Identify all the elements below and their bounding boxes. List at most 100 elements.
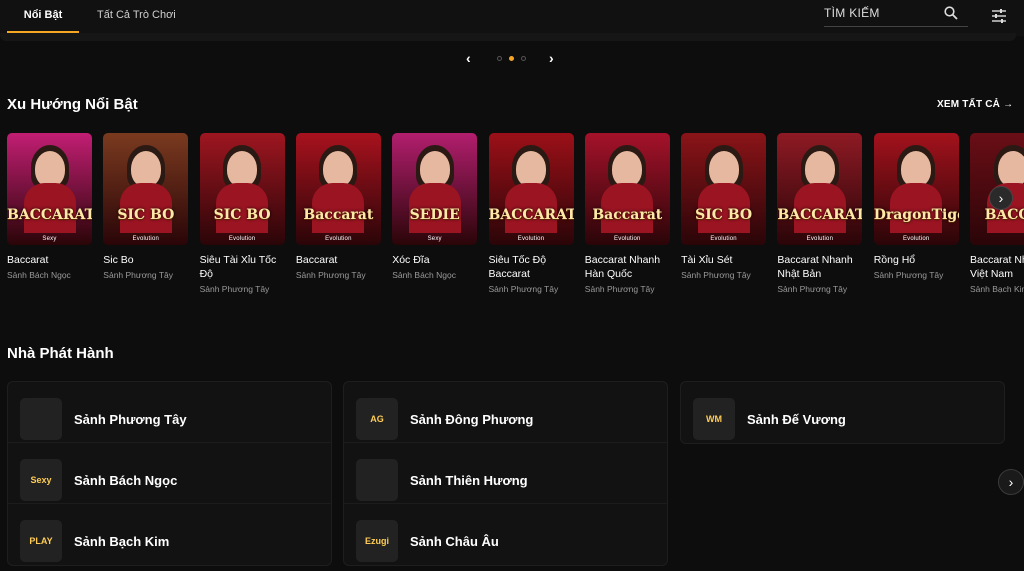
provider-item[interactable]: PLAY Sảnh Bạch Kim [8, 504, 331, 565]
game-thumbnail[interactable]: SIC BO Evolution [681, 133, 767, 245]
see-all-link[interactable]: XEM TẤT CẢ → [937, 99, 1013, 110]
game-thumbnail[interactable]: Baccarat Evolution [295, 133, 381, 245]
game-thumbnail[interactable]: SIC BO Evolution [199, 133, 285, 245]
dealer-face [612, 151, 643, 187]
provider-panel: Sảnh Phương Tây Sexy Sảnh Bách Ngọc PLAY… [7, 381, 332, 566]
banner-pager: ‹ › [464, 50, 564, 66]
game-thumbnail[interactable]: BACCARAT Evolution [488, 133, 574, 245]
provider-item[interactable]: WM Sảnh Đế Vương [681, 382, 1004, 443]
provider-name: Sảnh Đế Vương [747, 412, 846, 427]
game-title[interactable]: Tài Xỉu Sét [681, 253, 766, 267]
provider-item[interactable]: Sảnh Phương Tây [8, 382, 331, 443]
provider-logo-icon [20, 398, 62, 440]
game-logo: BACCARAT [488, 207, 574, 223]
provider-item[interactable]: AG Sảnh Đông Phương [344, 382, 667, 443]
game-thumbnail[interactable]: BACCARAT Evolution [777, 133, 863, 245]
game-thumbnail[interactable]: Baccarat Evolution [584, 133, 670, 245]
game-lobby: Sảnh Phương Tây [295, 270, 366, 280]
game-title[interactable]: Baccarat [7, 253, 92, 267]
provider-mark: AG [370, 414, 384, 424]
provider-brand: Evolution [902, 236, 930, 242]
banner-edge [0, 33, 1016, 41]
game-lobby: Sảnh Phương Tây [199, 284, 270, 294]
game-thumbnail[interactable]: DragonTiger Evolution [873, 133, 959, 245]
provider-name: Sảnh Bách Ngọc [74, 473, 178, 488]
tab-featured[interactable]: Nổi Bật [7, 0, 79, 33]
dealer-face [130, 151, 161, 187]
game-title[interactable]: Sic Bo [103, 253, 188, 267]
game-card[interactable]: DragonTiger Evolution Rồng Hổ Sảnh Phươn… [873, 133, 959, 281]
tab-all-games[interactable]: Tất Cả Trò Chơi [97, 0, 176, 33]
provider-panel: WM Sảnh Đế Vương [680, 381, 1005, 444]
providers-title: Nhà Phát Hành [7, 345, 114, 362]
chevron-right-icon[interactable]: › [549, 50, 554, 66]
game-card[interactable]: Baccarat Evolution Baccarat Nhanh Hàn Qu… [584, 133, 670, 295]
provider-item[interactable]: Sảnh Thiên Hương [344, 443, 667, 504]
game-card[interactable]: BACCARAT Evolution Siêu Tốc Độ Baccarat … [488, 133, 574, 295]
chevron-right-icon: › [1008, 474, 1014, 490]
provider-logo-icon: PLAY [20, 520, 62, 562]
search-icon[interactable] [944, 6, 958, 20]
game-title[interactable]: Baccarat Nhanh Việt Nam [970, 253, 1024, 281]
dealer-face [516, 151, 546, 187]
game-title[interactable]: Baccarat Nhanh Hàn Quốc [585, 253, 670, 281]
game-title[interactable]: Rồng Hổ [874, 253, 959, 267]
game-card[interactable]: SIC BO Evolution Sic Bo Sảnh Phương Tây [103, 133, 189, 281]
game-card[interactable]: SEDIE Sexy Xóc Đĩa Sảnh Bách Ngọc [392, 133, 478, 281]
provider-mark: WM [706, 414, 722, 424]
pager-dot[interactable] [521, 56, 526, 61]
provider-brand: Sexy [42, 236, 57, 242]
dealer-face [323, 151, 354, 187]
pager-dot[interactable] [497, 56, 502, 61]
game-logo: SIC BO [117, 207, 175, 223]
provider-logo-icon: WM [693, 398, 735, 440]
provider-logo-icon [356, 459, 398, 501]
game-thumbnail[interactable]: SEDIE Sexy [392, 133, 478, 245]
game-lobby: Sảnh Phương Tây [873, 270, 944, 280]
provider-logo-icon: Ezugi [356, 520, 398, 562]
game-title[interactable]: Xóc Đĩa [392, 253, 477, 267]
game-logo: Baccarat [303, 207, 374, 223]
game-card[interactable]: SIC BO Evolution Siêu Tài Xỉu Tốc Độ Sản… [199, 133, 285, 295]
provider-item[interactable]: Ezugi Sảnh Châu Âu [344, 504, 667, 565]
game-logo: SIC BO [695, 207, 753, 223]
game-title[interactable]: Baccarat Nhanh Nhật Bản [777, 253, 862, 281]
provider-brand: Evolution [614, 236, 641, 242]
game-card[interactable]: BACCA Baccarat Nhanh Việt Nam Sảnh Bạch … [970, 133, 1024, 295]
provider-item[interactable]: Sexy Sảnh Bách Ngọc [8, 443, 331, 504]
game-card[interactable]: Baccarat Evolution Baccarat Sảnh Phương … [295, 133, 381, 281]
provider-brand: Evolution [325, 236, 352, 242]
search-box[interactable] [824, 2, 968, 27]
game-title[interactable]: Siêu Tài Xỉu Tốc Độ [200, 253, 285, 281]
game-card[interactable]: BACCARAT Sexy Baccarat Sảnh Bách Ngọc [7, 133, 92, 281]
game-thumbnail[interactable]: SIC BO Evolution [103, 133, 189, 245]
game-lobby: Sảnh Phương Tây [488, 284, 559, 294]
game-lobby: Sảnh Phương Tây [777, 284, 848, 294]
arrow-right-icon: → [1003, 99, 1014, 110]
dealer-face [997, 151, 1024, 187]
provider-mark: Ezugi [365, 536, 389, 546]
top-nav: Nổi Bật Tất Cả Trò Chơi [0, 0, 1024, 36]
dealer-face [227, 151, 258, 187]
game-logo: DragonTiger [873, 207, 959, 223]
game-logo: SIC BO [213, 207, 271, 223]
game-card[interactable]: SIC BO Evolution Tài Xỉu Sét Sảnh Phương… [681, 133, 767, 281]
game-card[interactable]: BACCARAT Evolution Baccarat Nhanh Nhật B… [777, 133, 863, 295]
dealer-face [901, 151, 932, 187]
dealer-face [804, 151, 835, 187]
game-lobby: Sảnh Phương Tây [584, 284, 655, 294]
game-title[interactable]: Siêu Tốc Độ Baccarat [489, 253, 574, 281]
pager-dot-active[interactable] [509, 56, 514, 61]
game-lobby: Sảnh Phương Tây [681, 270, 751, 280]
providers-next-button[interactable]: › [998, 469, 1024, 495]
game-title[interactable]: Baccarat [296, 253, 381, 267]
game-thumbnail[interactable]: BACCARAT Sexy [7, 133, 92, 245]
chevron-right-icon: › [998, 190, 1004, 206]
carousel-next-button[interactable]: › [989, 186, 1013, 210]
filter-sliders-icon[interactable] [989, 6, 1009, 26]
provider-mark: Sexy [30, 475, 52, 485]
provider-logo-icon: AG [356, 398, 398, 440]
dealer-face [419, 151, 450, 187]
chevron-left-icon[interactable]: ‹ [466, 50, 471, 66]
search-input[interactable] [824, 2, 934, 24]
